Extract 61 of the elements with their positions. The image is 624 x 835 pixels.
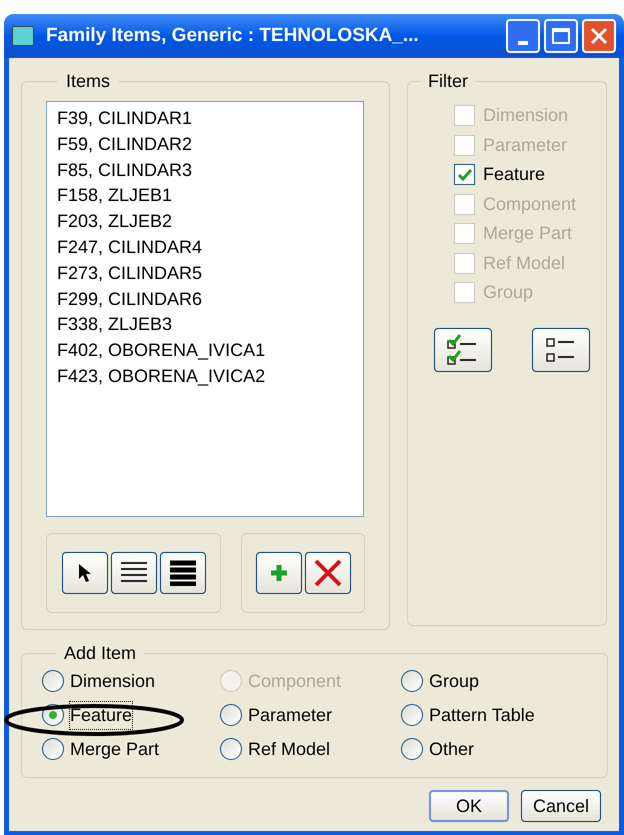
select-all-button[interactable] — [110, 552, 156, 594]
checkbox-label: Merge Part — [483, 222, 572, 246]
list-item[interactable]: F247, CILINDAR4 — [57, 234, 202, 261]
radio-label: Merge Part — [70, 738, 160, 761]
list-item[interactable]: F59, CILINDAR2 — [57, 132, 192, 158]
radio-label: Dimension — [70, 670, 156, 692]
add-button[interactable] — [256, 552, 302, 594]
radio-button[interactable] — [401, 670, 423, 692]
minimize-button[interactable] — [506, 19, 540, 53]
check-icon — [458, 168, 472, 181]
invert-button[interactable] — [160, 552, 206, 594]
radio-label: Parameter — [248, 704, 332, 726]
checkbox-label: Dimension — [483, 104, 568, 128]
dialog-button[interactable]: OK — [429, 790, 509, 822]
radio-label: Group — [429, 670, 480, 693]
checkbox-label: Group — [483, 281, 534, 304]
maximize-icon — [552, 28, 570, 44]
radio-label: Ref Model — [248, 738, 330, 760]
window-title: Family Items, Generic : TEHNOLOSKA_... — [46, 24, 419, 48]
checkbox-label: Feature — [483, 163, 546, 186]
radio-button[interactable] — [42, 670, 64, 692]
group-label: Add Item — [63, 642, 138, 665]
list-item[interactable]: F338, ZLJEB3 — [57, 312, 172, 338]
group-label: Items — [65, 70, 112, 93]
radio-button[interactable] — [42, 738, 64, 760]
list-item[interactable]: F85, CILINDAR3 — [57, 158, 192, 184]
radio-label: Component — [248, 670, 342, 693]
radio-button[interactable] — [401, 704, 423, 726]
list-item[interactable]: F299, CILINDAR6 — [57, 286, 202, 312]
maximize-button[interactable] — [544, 19, 578, 53]
checkbox-label: Parameter — [483, 134, 568, 157]
check-all-button[interactable] — [434, 328, 492, 372]
radio-label: Other — [429, 738, 474, 760]
uncheck-all-button[interactable] — [532, 328, 590, 372]
list-item[interactable]: F203, ZLJEB2 — [57, 209, 172, 235]
pointer-icon — [78, 563, 92, 583]
checkbox-label: Component — [483, 192, 576, 216]
close-icon — [590, 27, 608, 45]
dialog-button[interactable]: Cancel — [521, 790, 601, 822]
radio-label: Pattern Table — [429, 704, 535, 726]
group-label: Filter — [427, 70, 469, 93]
list-item[interactable]: F423, OBORENA_IVICA2 — [57, 364, 266, 390]
list-item[interactable]: F158, ZLJEB1 — [57, 183, 172, 210]
bars-icon — [170, 560, 196, 586]
plus-icon — [268, 563, 288, 583]
cube-icon — [12, 26, 34, 46]
lines-icon — [120, 561, 146, 585]
x-icon — [312, 558, 342, 588]
close-button[interactable] — [582, 19, 616, 53]
list-item[interactable]: F273, CILINDAR5 — [57, 260, 202, 287]
minimize-icon — [518, 41, 528, 45]
radio-button[interactable] — [401, 738, 423, 760]
list-item[interactable]: F402, OBORENA_IVICA1 — [57, 338, 266, 364]
checkbox[interactable] — [454, 164, 475, 186]
radio-button[interactable] — [220, 738, 242, 760]
delete-button[interactable] — [304, 552, 350, 594]
radio-button[interactable] — [220, 704, 242, 726]
pointer-button[interactable] — [62, 552, 108, 594]
list-item[interactable]: F39, CILINDAR1 — [57, 106, 192, 132]
radio-label: Feature — [70, 702, 132, 728]
checkbox-label: Ref Model — [483, 252, 566, 275]
